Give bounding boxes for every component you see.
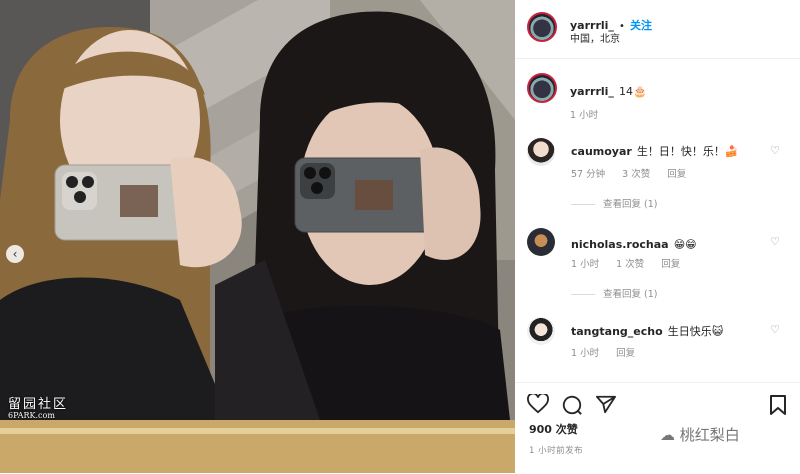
share-icon[interactable]	[595, 394, 617, 414]
watermark-line1: 留园社区	[8, 397, 69, 412]
watermark-line2: 6PARK.com	[8, 410, 55, 420]
wechat-watermark-text: 桃红梨白	[679, 426, 740, 444]
caption-time: 1 小时	[570, 110, 599, 121]
heart-icon[interactable]: ♡	[770, 323, 780, 336]
caption-username[interactable]: yarrrli_	[570, 85, 614, 98]
comment-username[interactable]: caumoyar	[571, 145, 632, 158]
carousel-prev-button[interactable]: ‹	[6, 245, 24, 263]
caption-text: 14🎂	[619, 85, 647, 98]
comment-username[interactable]: tangtang_echo	[571, 325, 663, 338]
comment-time: 57 分钟	[571, 169, 606, 180]
author-avatar[interactable]	[527, 12, 557, 42]
comment-likes[interactable]: 1 次赞	[616, 259, 644, 270]
heart-icon[interactable]: ♡	[770, 144, 780, 157]
post-time: 1 小时前发布	[529, 446, 584, 456]
like-heart-icon[interactable]	[527, 394, 549, 414]
follow-button[interactable]: 关注	[630, 19, 652, 32]
wechat-icon: ☁	[660, 426, 675, 444]
comment-text: 😁😁	[673, 238, 697, 251]
comment-text: 生！日！快！乐！🍰	[636, 145, 739, 158]
commenter-avatar[interactable]	[527, 138, 555, 166]
post-location[interactable]: 中国，北京	[570, 30, 620, 45]
comment-username[interactable]: nicholas.rochaa	[571, 238, 669, 251]
reply-button[interactable]: 回复	[661, 259, 680, 270]
view-replies-button[interactable]: 查看回复 (1)	[571, 286, 657, 300]
save-bookmark-icon[interactable]	[769, 394, 787, 416]
post-header: yarrrli_ • 关注 中国，北京	[515, 0, 800, 59]
comment-icon[interactable]	[561, 394, 583, 416]
heart-icon[interactable]: ♡	[770, 235, 780, 248]
6park-watermark: 留园社区 6PARK.com	[8, 398, 68, 420]
commenter-avatar[interactable]	[527, 317, 555, 345]
caption-avatar[interactable]	[527, 73, 557, 103]
reply-button[interactable]: 回复	[667, 169, 686, 180]
post-photo: ‹ 留园社区 6PARK.com	[0, 0, 515, 473]
view-replies-button[interactable]: 查看回复 (1)	[571, 196, 657, 210]
comment-time: 1 小时	[571, 259, 600, 270]
comment-time: 1 小时	[571, 348, 600, 359]
post-side-panel: yarrrli_ • 关注 中国，北京 yarrrli_ 14🎂 1 小时 ca…	[515, 0, 800, 473]
wechat-watermark: ☁ 桃红梨白	[660, 424, 740, 445]
comment-text: 生日快乐😺	[667, 325, 724, 338]
commenter-avatar[interactable]	[527, 228, 555, 256]
reply-button[interactable]: 回复	[616, 348, 635, 359]
photo-illustration	[0, 0, 515, 473]
comment-likes[interactable]: 3 次赞	[622, 169, 650, 180]
likes-count[interactable]: 900 次赞	[529, 421, 578, 437]
